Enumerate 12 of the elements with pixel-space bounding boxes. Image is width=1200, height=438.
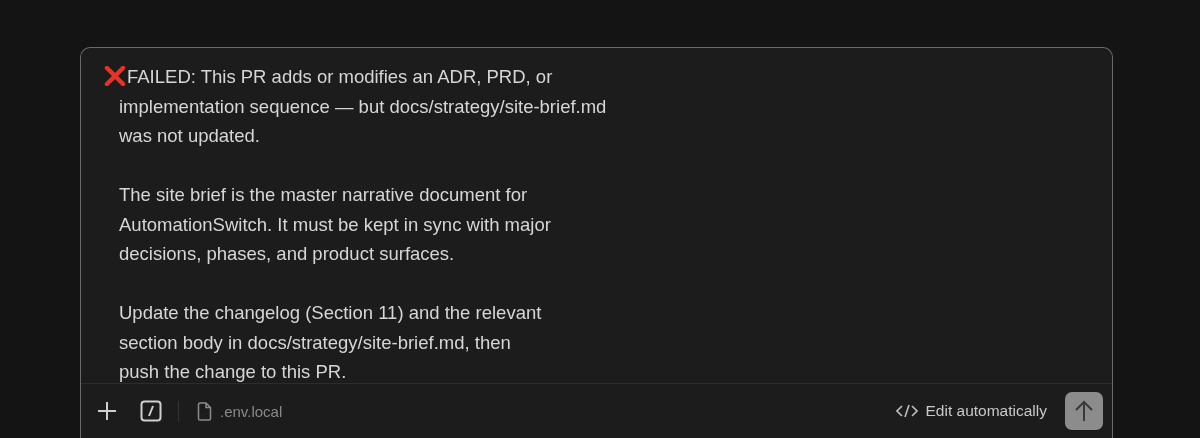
attachment-name: .env.local (220, 402, 283, 420)
slash-command-icon[interactable] (140, 400, 162, 423)
cross-icon (103, 66, 127, 86)
add-icon[interactable] (97, 401, 117, 422)
edit-mode-button[interactable]: Edit automatically (895, 402, 1047, 421)
message-paragraph: FAILED: This PR adds or modifies an ADR, PRD, or implementation sequence — but docs/strategy/site-brief.md was not updated. (103, 62, 759, 151)
send-button[interactable] (1065, 392, 1103, 431)
message-paragraph: The site brief is the master narrative document for AutomationSwitch. It must be kept in sync with major decisions, phases, and product surfaces. (118, 183, 552, 266)
message-paragraph: Update the changelog (Section 11) and the relevant section body in docs/strategy/site-brief.md, then push the change to this PR. (118, 301, 543, 384)
code-icon (895, 404, 918, 419)
file-icon (197, 401, 212, 421)
arrow-up-icon (1075, 400, 1093, 423)
